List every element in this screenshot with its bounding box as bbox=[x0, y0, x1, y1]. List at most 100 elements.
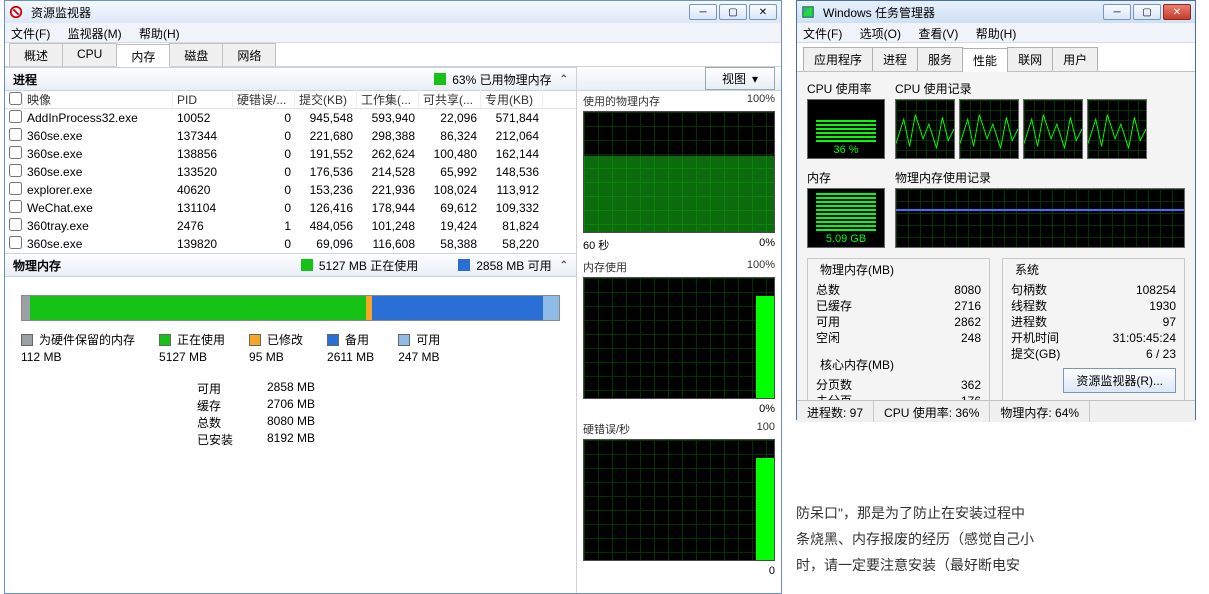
cpu-gauge-bars-icon bbox=[816, 118, 876, 142]
physmem-header[interactable]: 物理内存 5127 MB 正在使用 2858 MB 可用 ⌃ bbox=[5, 253, 576, 277]
tab-disk[interactable]: 磁盘 bbox=[169, 43, 223, 66]
table-row[interactable]: 360se.exe 138856 0 191,552 262,624 100,4… bbox=[5, 145, 576, 163]
tab-cpu[interactable]: CPU bbox=[62, 43, 117, 66]
row-checkbox[interactable] bbox=[9, 146, 22, 159]
menu-file[interactable]: 文件(F) bbox=[803, 27, 842, 41]
cell-pid: 138856 bbox=[173, 147, 233, 161]
kv-key: 句柄数 bbox=[1011, 282, 1047, 298]
processes-header[interactable]: 进程 63% 已用物理内存 ⌃ bbox=[5, 67, 576, 91]
menu-file[interactable]: 文件(F) bbox=[11, 27, 50, 41]
legend-item: 备用 2611 MB bbox=[327, 331, 374, 364]
cell-shareable: 22,096 bbox=[419, 111, 481, 125]
menu-help[interactable]: 帮助(H) bbox=[976, 27, 1017, 41]
cell-hardfault: 0 bbox=[233, 147, 295, 161]
row-checkbox[interactable] bbox=[9, 164, 22, 177]
table-row[interactable]: explorer.exe 40620 0 153,236 221,936 108… bbox=[5, 181, 576, 199]
table-row[interactable]: AddInProcess32.exe 10052 0 945,548 593,9… bbox=[5, 109, 576, 127]
status-mem: 物理内存: 64% bbox=[990, 401, 1090, 422]
cell-image: explorer.exe bbox=[23, 183, 173, 197]
col-image[interactable]: 映像 bbox=[23, 89, 173, 110]
cell-workingset: 116,608 bbox=[357, 237, 419, 251]
mem-gauge: 5.09 GB bbox=[807, 188, 885, 248]
system-group: 系统 句柄数108254线程数1930进程数97开机时间31:05:45:24提… bbox=[1002, 258, 1185, 400]
mem-bar-segment bbox=[543, 296, 559, 320]
maximize-button[interactable]: ▢ bbox=[1133, 4, 1161, 20]
tab-apps[interactable]: 应用程序 bbox=[803, 47, 873, 71]
tab-network[interactable]: 联网 bbox=[1007, 47, 1053, 71]
maximize-button[interactable]: ▢ bbox=[719, 4, 747, 20]
menu-view[interactable]: 查看(V) bbox=[918, 27, 958, 41]
menu-help[interactable]: 帮助(H) bbox=[139, 27, 180, 41]
tab-memory[interactable]: 内存 bbox=[116, 44, 170, 67]
cell-hardfault: 0 bbox=[233, 129, 295, 143]
chip2-color-icon bbox=[458, 259, 470, 271]
menu-options[interactable]: 选项(O) bbox=[860, 27, 901, 41]
resmon-app-icon bbox=[9, 5, 23, 19]
kv-value: 108254 bbox=[1136, 282, 1176, 298]
minimize-button[interactable]: ─ bbox=[1103, 4, 1131, 20]
select-all-checkbox[interactable] bbox=[9, 92, 22, 105]
tab-users[interactable]: 用户 bbox=[1052, 47, 1098, 71]
close-button[interactable]: ✕ bbox=[749, 4, 777, 20]
table-row[interactable]: 360tray.exe 2476 1 484,056 101,248 19,42… bbox=[5, 217, 576, 235]
process-table: 映像 PID 硬错误/... 提交(KB) 工作集(... 可共享(... 专用… bbox=[5, 91, 576, 253]
processes-title: 进程 bbox=[13, 71, 37, 88]
mem-history-chart bbox=[895, 188, 1185, 248]
taskmgr-titlebar[interactable]: Windows 任务管理器 ─ ▢ ✕ bbox=[797, 1, 1195, 23]
chart-title: 内存使用 bbox=[583, 259, 627, 275]
table-row[interactable]: 360se.exe 133520 0 176,536 214,528 65,99… bbox=[5, 163, 576, 181]
table-row[interactable]: 360se.exe 139820 0 69,096 116,608 58,388… bbox=[5, 235, 576, 253]
cpu-history-chart bbox=[1087, 99, 1147, 159]
cell-private: 571,844 bbox=[481, 111, 543, 125]
taskmgr-menubar: 文件(F) 选项(O) 查看(V) 帮助(H) bbox=[797, 23, 1195, 43]
tab-processes[interactable]: 进程 bbox=[872, 47, 918, 71]
collapse-icon[interactable]: ⌃ bbox=[560, 74, 568, 85]
tab-performance[interactable]: 性能 bbox=[962, 48, 1008, 72]
col-workingset[interactable]: 工作集(... bbox=[357, 89, 419, 110]
chart-bottom-right: 0% bbox=[759, 403, 775, 415]
table-row[interactable]: WeChat.exe 131104 0 126,416 178,944 69,6… bbox=[5, 199, 576, 217]
taskmgr-tabs: 应用程序 进程 服务 性能 联网 用户 bbox=[797, 43, 1195, 72]
resource-monitor-button[interactable]: 资源监视器(R)... bbox=[1063, 368, 1176, 393]
cell-pid: 131104 bbox=[173, 201, 233, 215]
cell-commit: 191,552 bbox=[295, 147, 357, 161]
menu-monitor[interactable]: 监视器(M) bbox=[68, 27, 122, 41]
cell-commit: 69,096 bbox=[295, 237, 357, 251]
cell-pid: 133520 bbox=[173, 165, 233, 179]
col-pid[interactable]: PID bbox=[173, 91, 233, 109]
tab-overview[interactable]: 概述 bbox=[9, 43, 63, 66]
table-row[interactable]: 360se.exe 137344 0 221,680 298,388 86,32… bbox=[5, 127, 576, 145]
kv-key: 提交(GB) bbox=[1011, 346, 1060, 362]
tab-network[interactable]: 网络 bbox=[222, 43, 276, 66]
status-procs: 进程数: 97 bbox=[797, 401, 874, 422]
legend-item: 可用 247 MB bbox=[398, 331, 440, 364]
row-checkbox[interactable] bbox=[9, 128, 22, 141]
collapse-icon[interactable]: ⌃ bbox=[560, 260, 568, 271]
row-checkbox[interactable] bbox=[9, 110, 22, 123]
col-private[interactable]: 专用(KB) bbox=[481, 89, 543, 110]
cell-image: 360se.exe bbox=[23, 237, 173, 251]
resmon-titlebar[interactable]: 资源监视器 ─ ▢ ✕ bbox=[5, 1, 781, 23]
cell-workingset: 214,528 bbox=[357, 165, 419, 179]
legend-value: 247 MB bbox=[398, 350, 440, 364]
row-checkbox[interactable] bbox=[9, 218, 22, 231]
kv-row: 进程数97 bbox=[1011, 314, 1176, 330]
stat-key: 已安装 bbox=[197, 431, 257, 448]
row-checkbox[interactable] bbox=[9, 236, 22, 249]
minimize-button[interactable]: ─ bbox=[689, 4, 717, 20]
cell-private: 113,912 bbox=[481, 183, 543, 197]
kv-row: 可用2862 bbox=[816, 314, 981, 330]
view-button[interactable]: 视图 ▾ bbox=[705, 67, 775, 90]
col-hardfault[interactable]: 硬错误/... bbox=[233, 89, 295, 110]
col-shareable[interactable]: 可共享(... bbox=[419, 89, 481, 110]
row-checkbox[interactable] bbox=[9, 200, 22, 213]
col-commit[interactable]: 提交(KB) bbox=[295, 89, 357, 110]
cell-pid: 10052 bbox=[173, 111, 233, 125]
usage-label: 63% 已用物理内存 bbox=[452, 71, 551, 88]
row-checkbox[interactable] bbox=[9, 182, 22, 195]
close-button[interactable]: ✕ bbox=[1163, 4, 1191, 20]
swatch-icon bbox=[249, 334, 261, 346]
kv-key: 未分页 bbox=[816, 393, 852, 400]
stat-key: 可用 bbox=[197, 380, 257, 397]
tab-services[interactable]: 服务 bbox=[917, 47, 963, 71]
